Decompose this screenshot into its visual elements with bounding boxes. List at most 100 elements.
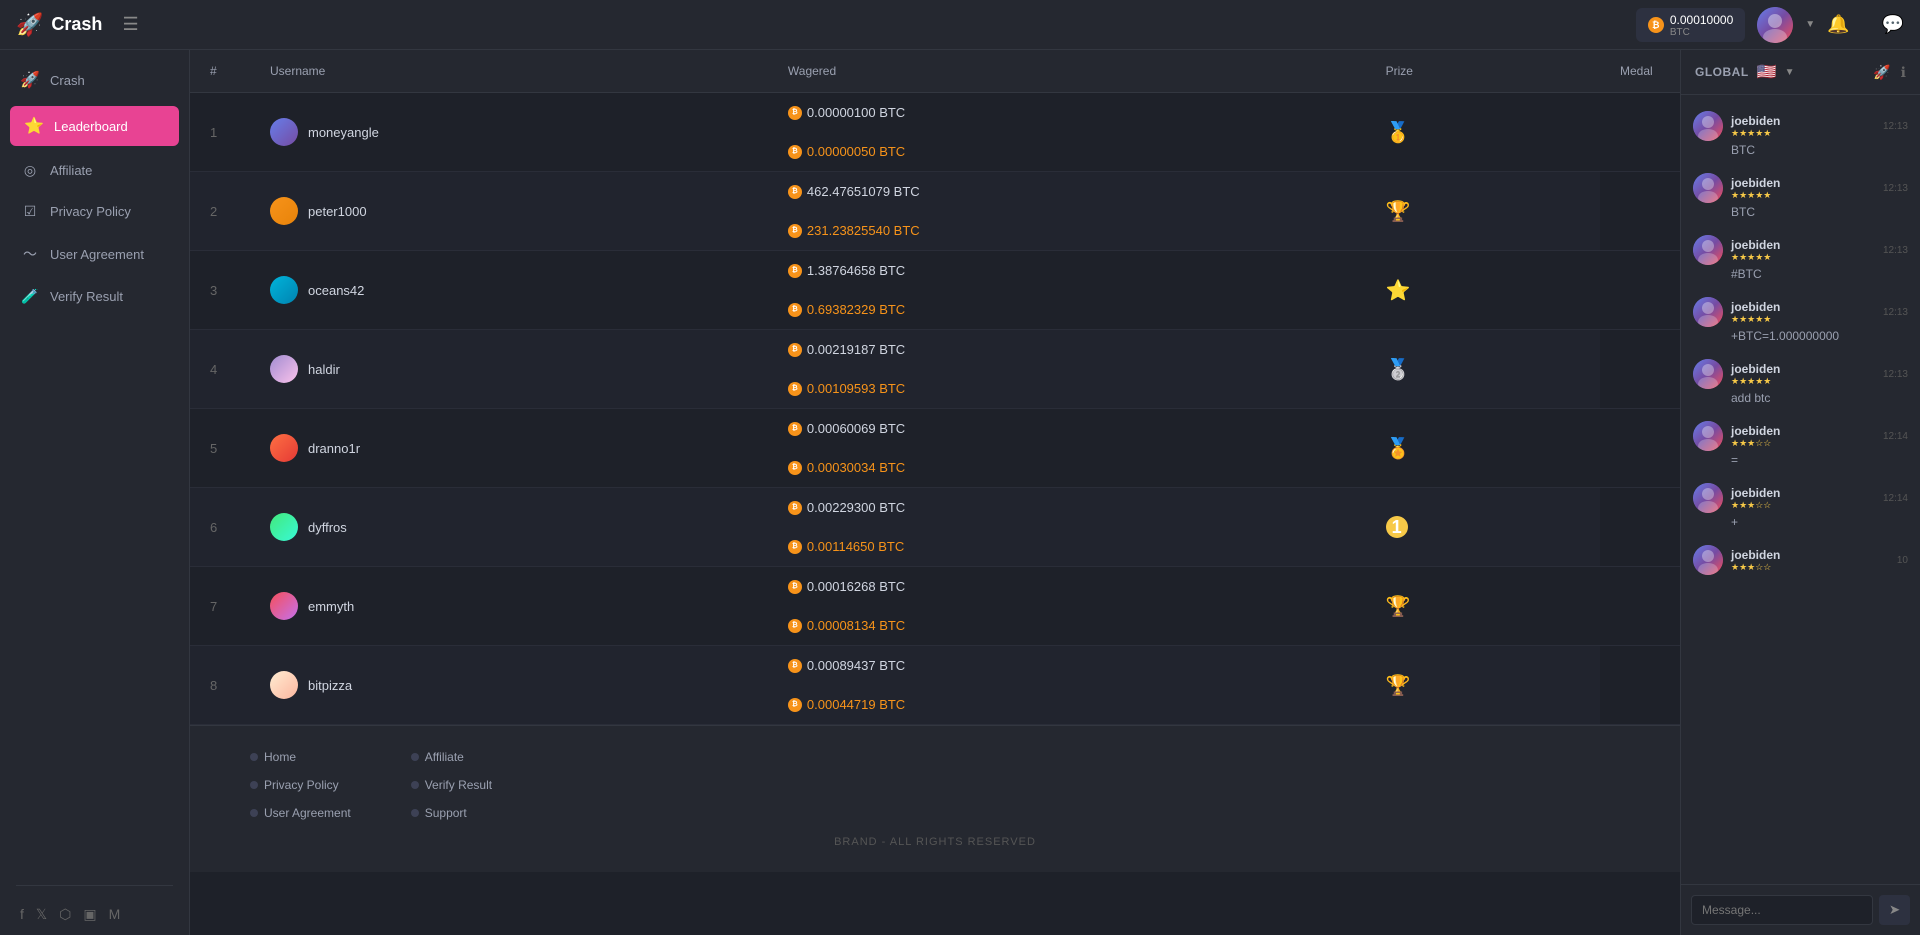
- instagram-icon[interactable]: ▣: [83, 906, 96, 923]
- footer-affiliate-link[interactable]: Affiliate: [411, 750, 492, 764]
- user-dropdown-arrow[interactable]: ▼: [1805, 19, 1815, 30]
- chat-message-input[interactable]: [1691, 895, 1873, 925]
- user-avatar: [270, 671, 298, 699]
- affiliate-icon: ◎: [20, 162, 40, 179]
- wager-btc-icon: ₿: [788, 185, 802, 199]
- sidebar-nav: 🚀 Crash ⭐ Leaderboard ◎ Affiliate ☑ Priv…: [0, 50, 189, 877]
- chat-timestamp: 12:14: [1883, 431, 1908, 442]
- chat-username[interactable]: joebiden: [1731, 424, 1875, 438]
- verify-result-icon: 🧪: [20, 288, 40, 305]
- wagered-amount: 0.00089437 BTC: [807, 658, 905, 673]
- chat-username[interactable]: joebiden: [1731, 362, 1875, 376]
- crash-icon: 🚀: [20, 70, 40, 90]
- chat-username[interactable]: joebiden: [1731, 486, 1875, 500]
- wagered-cell: ₿ 462.47651079 BTC: [768, 172, 1366, 211]
- discord-icon[interactable]: ⬡: [59, 906, 71, 923]
- sidebar: 🚀 Crash ⭐ Leaderboard ◎ Affiliate ☑ Priv…: [0, 50, 190, 935]
- username-label: emmyth: [308, 599, 354, 614]
- sidebar-item-crash[interactable]: 🚀 Crash: [0, 58, 189, 102]
- wagered-amount: 1.38764658 BTC: [807, 263, 905, 278]
- chat-header-controls: 🚀 ℹ: [1873, 64, 1906, 81]
- wagered-amount: 0.00000100 BTC: [807, 105, 905, 120]
- top-header: 🚀 Crash ☰ ₿ 0.00010000 BTC ▼ 🔔 💬: [0, 0, 1920, 50]
- wager-btc-icon: ₿: [788, 422, 802, 436]
- prize-btc-icon: ₿: [788, 382, 802, 396]
- username-cell: bitpizza: [250, 646, 768, 725]
- chat-msg-header: joebiden ★★★★★ 12:13: [1693, 359, 1908, 389]
- chat-message: joebiden ★★★★★ 12:13 add btc: [1681, 351, 1920, 413]
- chat-user-avatar: [1693, 359, 1723, 389]
- username-cell: dyffros: [250, 488, 768, 567]
- username-cell: peter1000: [250, 172, 768, 251]
- user-avatar: [270, 434, 298, 462]
- chat-message-text: =: [1693, 453, 1908, 467]
- chat-user-avatar: [1693, 235, 1723, 265]
- prize-cell: ₿ 0.00114650 BTC: [768, 527, 1366, 566]
- chat-msg-header: joebiden ★★★★★ 12:13: [1693, 111, 1908, 141]
- rank-cell: 3: [190, 251, 250, 330]
- user-avatar: [270, 592, 298, 620]
- prize-btc-icon: ₿: [788, 540, 802, 554]
- table-wrapper: # Username Wagered Prize Medal 1 moneyan…: [190, 50, 1680, 725]
- footer-support-link[interactable]: Support: [411, 806, 492, 820]
- hamburger-menu[interactable]: ☰: [122, 14, 138, 35]
- chat-user-avatar: [1693, 173, 1723, 203]
- prize-amount: 0.69382329 BTC: [807, 302, 905, 317]
- rank-cell: 6: [190, 488, 250, 567]
- username-label: peter1000: [308, 204, 367, 219]
- footer-verify-link[interactable]: Verify Result: [411, 778, 492, 792]
- btc-balance[interactable]: ₿ 0.00010000 BTC: [1636, 8, 1745, 42]
- chat-username[interactable]: joebiden: [1731, 300, 1875, 314]
- chat-stars: ★★★☆☆: [1731, 562, 1889, 573]
- chat-username[interactable]: joebiden: [1731, 238, 1875, 252]
- leaderboard-container: # Username Wagered Prize Medal 1 moneyan…: [190, 50, 1680, 935]
- sidebar-item-affiliate[interactable]: ◎ Affiliate: [0, 150, 189, 191]
- chat-send-button[interactable]: ➤: [1879, 895, 1910, 925]
- app-title: Crash: [51, 14, 102, 35]
- sidebar-item-privacy-policy[interactable]: ☑ Privacy Policy: [0, 191, 189, 232]
- chat-toggle-icon[interactable]: 💬: [1882, 14, 1904, 35]
- col-medal: Medal: [1600, 50, 1680, 93]
- prize-btc-icon: ₿: [788, 145, 802, 159]
- footer-home-link[interactable]: Home: [250, 750, 351, 764]
- user-avatar-button[interactable]: [1757, 7, 1793, 43]
- facebook-icon[interactable]: f: [20, 906, 24, 923]
- rank-cell: 8: [190, 646, 250, 725]
- sidebar-item-verify-result[interactable]: 🧪 Verify Result: [0, 276, 189, 317]
- chat-username[interactable]: joebiden: [1731, 114, 1875, 128]
- chat-username[interactable]: joebiden: [1731, 548, 1889, 562]
- prize-btc-icon: ₿: [788, 303, 802, 317]
- content-area: # Username Wagered Prize Medal 1 moneyan…: [190, 50, 1680, 935]
- chat-message-text: +BTC=1.000000000: [1693, 329, 1908, 343]
- prize-cell: ₿ 0.00044719 BTC: [768, 685, 1366, 724]
- username-label: moneyangle: [308, 125, 379, 140]
- medium-icon[interactable]: M: [109, 906, 121, 923]
- chat-msg-header: joebiden ★★★★★ 12:13: [1693, 173, 1908, 203]
- prize-amount: 0.00030034 BTC: [807, 460, 905, 475]
- chat-message-text: add btc: [1693, 391, 1908, 405]
- chat-msg-header: joebiden ★★★☆☆ 12:14: [1693, 421, 1908, 451]
- sidebar-crash-label: Crash: [50, 73, 85, 88]
- user-agreement-icon: 〜: [20, 244, 40, 264]
- chat-dropdown-arrow[interactable]: ▼: [1785, 67, 1795, 78]
- notification-bell-icon[interactable]: 🔔: [1827, 14, 1849, 35]
- footer-agreement-link[interactable]: User Agreement: [250, 806, 351, 820]
- chat-global-label: GLOBAL: [1695, 65, 1749, 79]
- rank-cell: 5: [190, 409, 250, 488]
- chat-user-info: joebiden ★★★★★: [1731, 300, 1875, 325]
- main-layout: 🚀 Crash ⭐ Leaderboard ◎ Affiliate ☑ Priv…: [0, 50, 1920, 935]
- chat-username[interactable]: joebiden: [1731, 176, 1875, 190]
- footer-links: Home Privacy Policy User Agreement Affil…: [250, 750, 1620, 820]
- twitter-icon[interactable]: 𝕏: [36, 906, 47, 923]
- sidebar-item-user-agreement[interactable]: 〜 User Agreement: [0, 232, 189, 276]
- chat-user-info: joebiden ★★★☆☆: [1731, 424, 1875, 449]
- prize-amount: 231.23825540 BTC: [807, 223, 920, 238]
- prize-btc-icon: ₿: [788, 461, 802, 475]
- footer-privacy-link[interactable]: Privacy Policy: [250, 778, 351, 792]
- username-label: dranno1r: [308, 441, 360, 456]
- chat-info-icon[interactable]: ℹ: [1901, 64, 1906, 81]
- username-label: haldir: [308, 362, 340, 377]
- chat-user-avatar: [1693, 297, 1723, 327]
- sidebar-item-leaderboard[interactable]: ⭐ Leaderboard: [10, 106, 179, 146]
- chat-rocket-icon[interactable]: 🚀: [1873, 64, 1890, 81]
